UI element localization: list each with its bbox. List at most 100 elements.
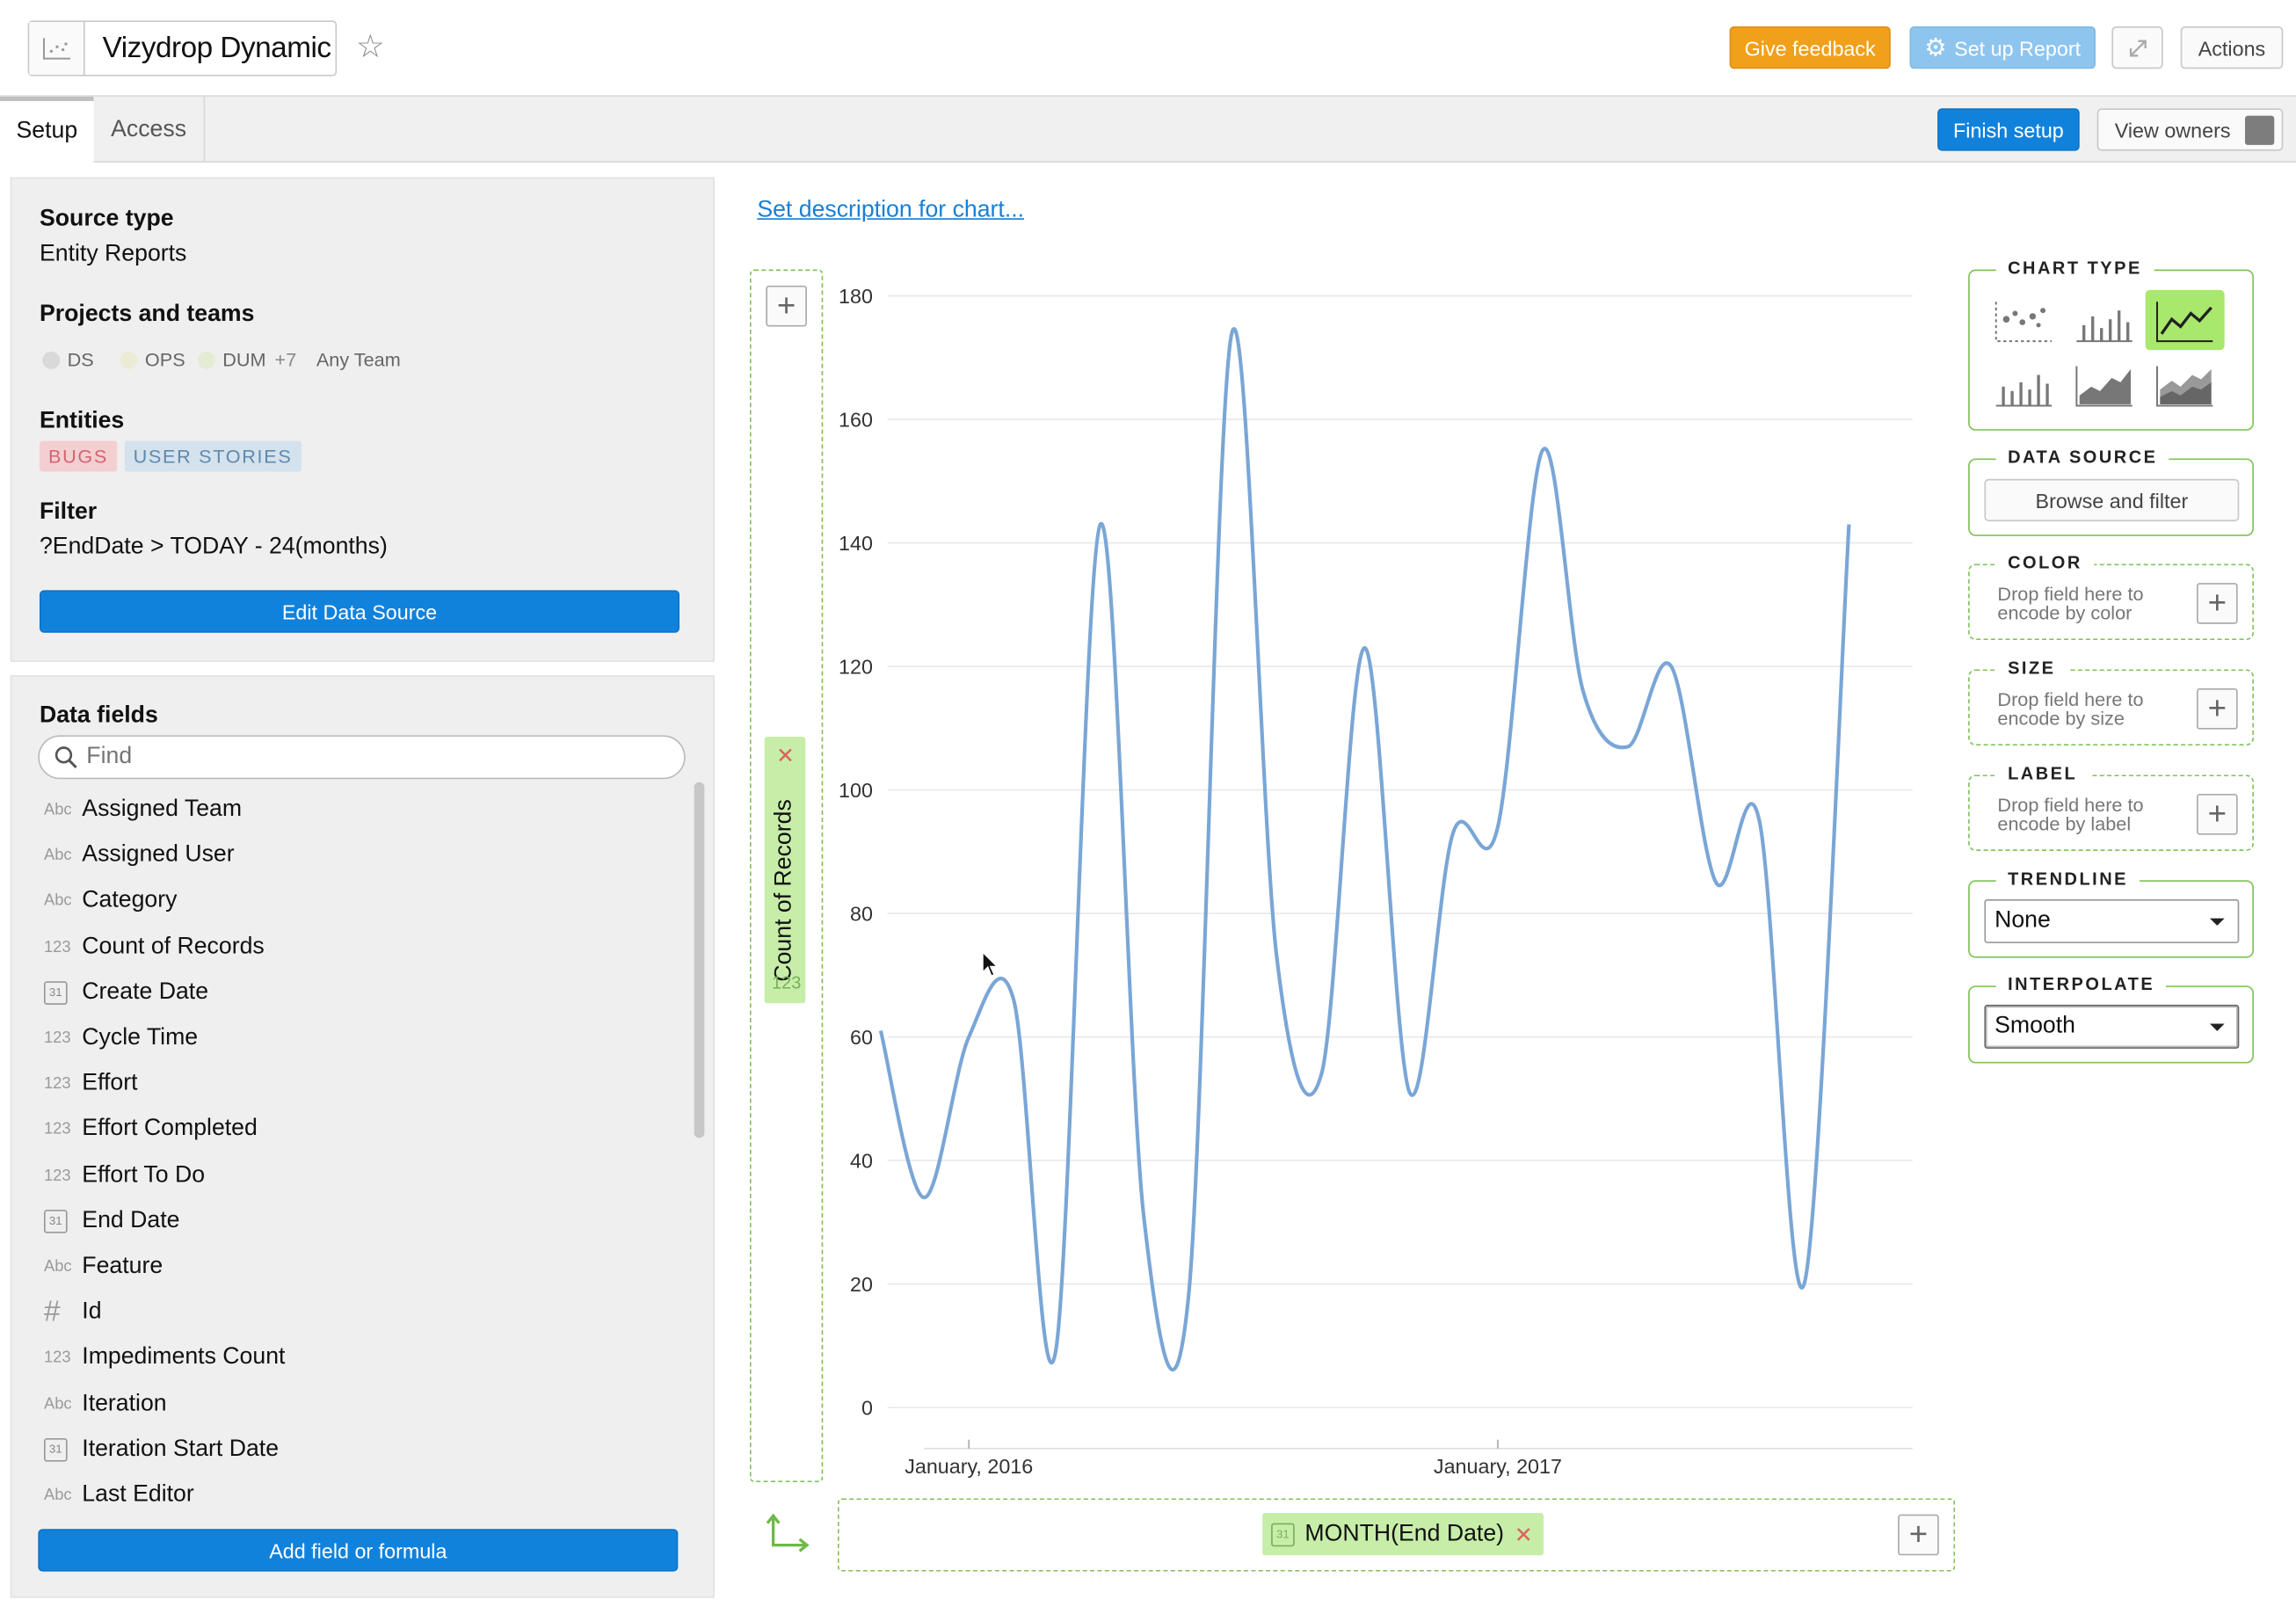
data-field-label: Effort Completed — [82, 1116, 258, 1142]
x-tick-label: January, 2016 — [905, 1455, 1033, 1478]
number-type-icon: 123 — [43, 1121, 71, 1139]
y-tick-label: 100 — [839, 779, 873, 802]
data-field-label: Count of Records — [82, 934, 265, 959]
text-type-icon: Abc — [43, 1486, 72, 1504]
add-label-field-button[interactable]: + — [2197, 793, 2238, 835]
chart-type-bar-icon[interactable] — [2065, 290, 2144, 350]
y-tick-label: 60 — [850, 1026, 873, 1049]
browse-and-filter-button[interactable]: Browse and filter — [1984, 478, 2240, 522]
remove-x-field-icon[interactable]: ✕ — [1515, 1521, 1533, 1547]
data-field-label: End Date — [82, 1208, 180, 1233]
team-label: Any Team — [316, 348, 401, 371]
chart-type-stacked-area-icon[interactable] — [2146, 354, 2225, 414]
calendar-glyph: 31 — [43, 1209, 68, 1233]
set-up-report-button[interactable]: ⚙ Set up Report — [1909, 25, 2096, 69]
data-field-label: Last Editor — [82, 1481, 194, 1508]
chart-type-section: CHART TYPE — [1968, 258, 2254, 431]
project-color-dot — [197, 351, 215, 368]
x-tick-label: January, 2017 — [1434, 1455, 1562, 1478]
data-field-item[interactable]: Abc Last Editor — [44, 1476, 194, 1514]
y-field-pill[interactable]: ✕ Count of Records 123 — [764, 736, 806, 1004]
chart-type-scatter-icon[interactable] — [1984, 290, 2063, 350]
data-field-label: Effort To Do — [82, 1162, 206, 1188]
data-field-item[interactable]: Abc Category — [44, 883, 177, 920]
add-y-field-button[interactable]: + — [766, 285, 807, 327]
y-tick-label: 20 — [850, 1273, 873, 1296]
filter-value: ?EndDate > TODAY - 24(months) — [39, 534, 388, 560]
color-drop-zone[interactable]: COLOR Drop field here to encode by color… — [1968, 552, 2254, 641]
add-size-field-button[interactable]: + — [2197, 688, 2238, 730]
swap-axes-icon[interactable] — [766, 1513, 810, 1557]
data-source-title: DATA SOURCE — [1995, 447, 2169, 468]
chevron-down-icon — [2209, 918, 2225, 926]
remove-y-field-icon[interactable]: ✕ — [776, 743, 795, 768]
data-field-item[interactable]: 31 Create Date — [43, 974, 209, 1012]
data-field-item[interactable]: # Id — [44, 1293, 102, 1331]
y-tick-label: 140 — [839, 532, 873, 555]
finish-setup-button[interactable]: Finish setup — [1937, 108, 2080, 151]
y-field-type: 123 — [771, 972, 802, 993]
chart-type-area-icon[interactable] — [2065, 354, 2144, 414]
set-description-link[interactable]: Set description for chart... — [757, 198, 1024, 224]
data-source-section: DATA SOURCE Browse and filter — [1968, 447, 2254, 536]
edit-data-source-button[interactable]: Edit Data Source — [39, 590, 680, 633]
label-drop-zone[interactable]: LABEL Drop field here to encode by label… — [1968, 762, 2254, 851]
expand-icon[interactable] — [2111, 25, 2163, 69]
add-field-button[interactable]: Add field or formula — [38, 1529, 679, 1572]
data-field-label: Category — [82, 888, 178, 913]
data-field-item[interactable]: 123 Effort To Do — [44, 1156, 205, 1194]
favorite-star-icon[interactable]: ☆ — [356, 28, 385, 66]
chart-type-line-icon[interactable] — [2145, 289, 2225, 351]
x-field-label: MONTH(End Date) — [1304, 1521, 1505, 1546]
data-field-label: Assigned User — [82, 842, 235, 868]
chart-type-stacked-bar-icon[interactable] — [1984, 354, 2063, 414]
text-type-icon: Abc — [43, 1395, 72, 1414]
data-field-item[interactable]: 123 Impediments Count — [44, 1339, 285, 1377]
data-field-label: Assigned Team — [82, 796, 243, 822]
data-field-label: Effort — [82, 1071, 138, 1096]
data-field-item[interactable]: 31 End Date — [43, 1202, 180, 1240]
data-field-item[interactable]: 123 Effort Completed — [44, 1110, 258, 1148]
project-label: DS — [67, 348, 94, 371]
trendline-select[interactable]: None — [1984, 898, 2240, 943]
y-field-label: Count of Records — [771, 799, 797, 982]
add-color-field-button[interactable]: + — [2197, 583, 2238, 624]
y-tick-label: 80 — [850, 902, 873, 925]
project-ds: DS — [42, 348, 94, 371]
y-tick-label: 40 — [850, 1149, 873, 1172]
source-type-title: Source type — [39, 206, 174, 232]
data-field-item[interactable]: Abc Iteration — [44, 1385, 167, 1422]
data-field-item[interactable]: Abc Assigned User — [44, 837, 235, 875]
y-tick-label: 180 — [839, 285, 873, 308]
interpolate-select[interactable]: Smooth — [1984, 1004, 2240, 1049]
number-type-icon: 123 — [43, 1349, 71, 1368]
report-title-box[interactable]: Vizydrop Dynamic — [27, 20, 338, 76]
data-field-label: Cycle Time — [82, 1025, 199, 1051]
data-field-item[interactable]: 123 Count of Records — [44, 928, 265, 966]
view-owners-label: View owners — [2114, 118, 2231, 142]
fields-scrollbar[interactable] — [694, 782, 705, 1138]
data-field-label: Create Date — [82, 979, 209, 1005]
give-feedback-button[interactable]: Give feedback — [1729, 25, 1891, 69]
search-input[interactable] — [86, 744, 643, 771]
size-title: SIZE — [1995, 658, 2067, 679]
tab-setup[interactable]: Setup — [0, 96, 94, 163]
actions-button[interactable]: Actions — [2180, 25, 2284, 69]
data-field-item[interactable]: 123 Effort — [44, 1065, 138, 1102]
x-field-pill[interactable]: 31 MONTH(End Date) ✕ — [1262, 1512, 1544, 1556]
field-search-box[interactable] — [38, 735, 686, 780]
tab-access[interactable]: Access — [94, 96, 206, 163]
data-field-item[interactable]: Abc Assigned Team — [44, 791, 242, 829]
avatar — [2244, 115, 2275, 145]
view-owners-button[interactable]: View owners — [2096, 108, 2284, 151]
number-type-icon: 123 — [43, 938, 71, 956]
data-field-item[interactable]: Abc Feature — [44, 1247, 163, 1285]
source-panel: Source type Entity Reports Projects and … — [10, 177, 716, 663]
interpolate-value: Smooth — [1994, 1013, 2075, 1039]
data-field-item[interactable]: 31 Iteration Start Date — [43, 1430, 279, 1468]
size-drop-zone[interactable]: SIZE Drop field here to encode by size + — [1968, 658, 2254, 745]
data-field-item[interactable]: 123 Cycle Time — [44, 1020, 198, 1058]
color-drop-hint: Drop field here to encode by color — [1997, 583, 2144, 624]
add-x-field-button[interactable]: + — [1898, 1514, 1939, 1556]
report-title[interactable]: Vizydrop Dynamic — [85, 32, 331, 65]
